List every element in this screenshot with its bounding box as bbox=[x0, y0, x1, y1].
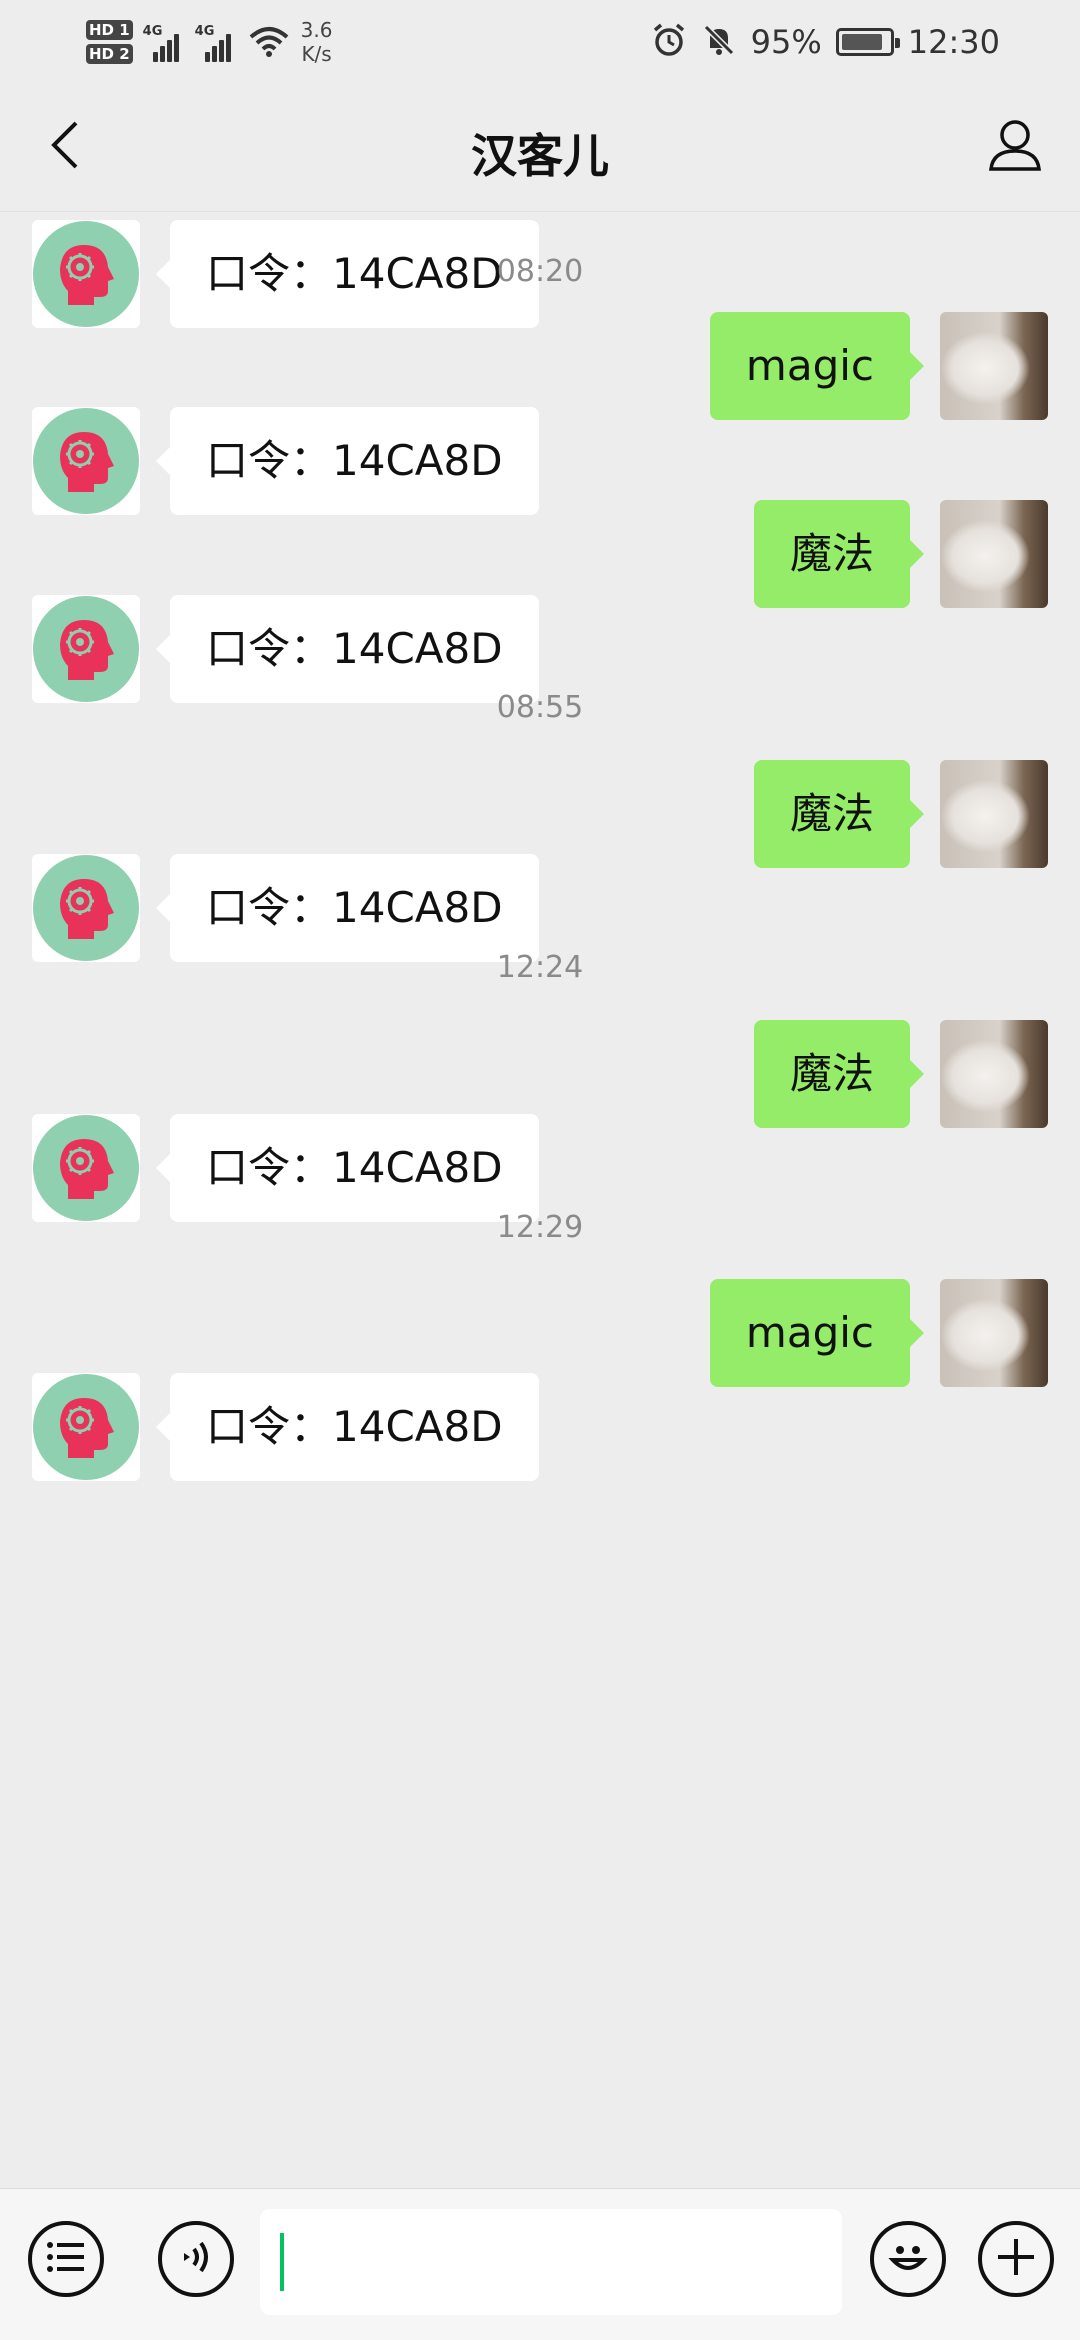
head-brain-icon bbox=[33, 855, 139, 961]
voice-icon bbox=[178, 2237, 214, 2281]
sim-badges: HD 1 HD 2 bbox=[86, 20, 133, 64]
text-caret bbox=[280, 2233, 284, 2291]
net-speed-value: 3.6 bbox=[300, 18, 333, 42]
message-outgoing: magic bbox=[0, 1279, 1080, 1387]
status-left: HD 1 HD 2 4G 4G 3.6 K/s bbox=[86, 12, 332, 72]
timestamp: 08:55 bbox=[496, 690, 584, 725]
alarm-icon bbox=[651, 22, 687, 62]
message-bubble[interactable]: 口令：14CA8D bbox=[156, 1114, 539, 1222]
message-bubble[interactable]: 口令：14CA8D bbox=[156, 595, 539, 703]
bot-avatar[interactable] bbox=[32, 854, 140, 962]
head-brain-icon bbox=[33, 408, 139, 514]
message-bubble[interactable]: 口令：14CA8D bbox=[156, 854, 539, 962]
net-speed-unit: K/s bbox=[301, 42, 332, 66]
status-bar: HD 1 HD 2 4G 4G 3.6 K/s 95% 12:30 bbox=[0, 0, 1080, 82]
head-brain-icon bbox=[33, 1374, 139, 1480]
message-incoming: 口令：14CA8D bbox=[0, 1114, 1080, 1222]
message-incoming: 口令：14CA8D bbox=[0, 595, 1080, 703]
message-incoming: 口令：14CA8D bbox=[0, 854, 1080, 962]
user-avatar[interactable] bbox=[940, 1020, 1048, 1128]
sim2-badge: HD 2 bbox=[86, 44, 133, 64]
user-avatar[interactable] bbox=[940, 312, 1048, 420]
message-bubble[interactable]: 魔法 bbox=[753, 500, 925, 608]
battery-percent: 95% bbox=[750, 23, 822, 61]
nav-bar: 汉客儿 bbox=[0, 82, 1080, 212]
network1-label: 4G bbox=[142, 24, 163, 39]
mute-icon bbox=[701, 22, 737, 62]
signal-icon-2: 4G bbox=[195, 22, 237, 62]
user-avatar[interactable] bbox=[940, 760, 1048, 868]
bot-avatar[interactable] bbox=[32, 595, 140, 703]
voice-button[interactable] bbox=[158, 2221, 234, 2297]
head-brain-icon bbox=[33, 596, 139, 702]
chat-title: 汉客儿 bbox=[471, 129, 609, 183]
timestamp: 12:29 bbox=[496, 1210, 584, 1245]
wifi-icon bbox=[247, 23, 291, 61]
message-outgoing: 魔法 bbox=[0, 760, 1080, 868]
signal-icon: 4G bbox=[143, 22, 185, 62]
chat-area[interactable]: 口令：14CA8D 08:20 magic 口令：14CA8D 魔法 口令：14… bbox=[0, 212, 1080, 2188]
profile-button[interactable] bbox=[980, 112, 1050, 182]
message-bubble[interactable]: 魔法 bbox=[753, 760, 925, 868]
input-bar bbox=[0, 2188, 1080, 2340]
sim1-badge: HD 1 bbox=[86, 20, 133, 40]
bot-avatar[interactable] bbox=[32, 407, 140, 515]
timestamp: 12:24 bbox=[496, 950, 584, 985]
bot-avatar[interactable] bbox=[32, 1114, 140, 1222]
add-button[interactable] bbox=[978, 2221, 1054, 2297]
person-icon bbox=[987, 117, 1043, 177]
user-avatar[interactable] bbox=[940, 1279, 1048, 1387]
message-bubble[interactable]: 口令：14CA8D bbox=[156, 1373, 539, 1481]
plus-icon bbox=[994, 2235, 1038, 2283]
user-avatar[interactable] bbox=[940, 500, 1048, 608]
emoji-button[interactable] bbox=[870, 2221, 946, 2297]
status-right: 95% 12:30 bbox=[651, 12, 1000, 72]
message-outgoing: 魔法 bbox=[0, 1020, 1080, 1128]
emoji-icon bbox=[883, 2232, 933, 2286]
message-incoming: 口令：14CA8D bbox=[0, 407, 1080, 515]
list-menu-icon bbox=[46, 2240, 86, 2278]
message-outgoing: 魔法 bbox=[0, 500, 1080, 608]
timestamp: 08:20 bbox=[496, 254, 584, 289]
message-bubble[interactable]: 口令：14CA8D bbox=[156, 407, 539, 515]
menu-button[interactable] bbox=[28, 2221, 104, 2297]
message-incoming: 口令：14CA8D bbox=[0, 1373, 1080, 1481]
message-outgoing: magic bbox=[0, 312, 1080, 420]
status-time: 12:30 bbox=[907, 23, 1000, 61]
message-input[interactable] bbox=[260, 2209, 842, 2315]
message-bubble[interactable]: 魔法 bbox=[753, 1020, 925, 1128]
message-bubble[interactable]: magic bbox=[709, 1279, 925, 1387]
message-bubble[interactable]: magic bbox=[709, 312, 925, 420]
network2-label: 4G bbox=[194, 24, 215, 39]
net-speed: 3.6 K/s bbox=[301, 18, 333, 66]
bot-avatar[interactable] bbox=[32, 1373, 140, 1481]
battery-charging-icon bbox=[835, 28, 900, 56]
head-brain-icon bbox=[33, 1115, 139, 1221]
